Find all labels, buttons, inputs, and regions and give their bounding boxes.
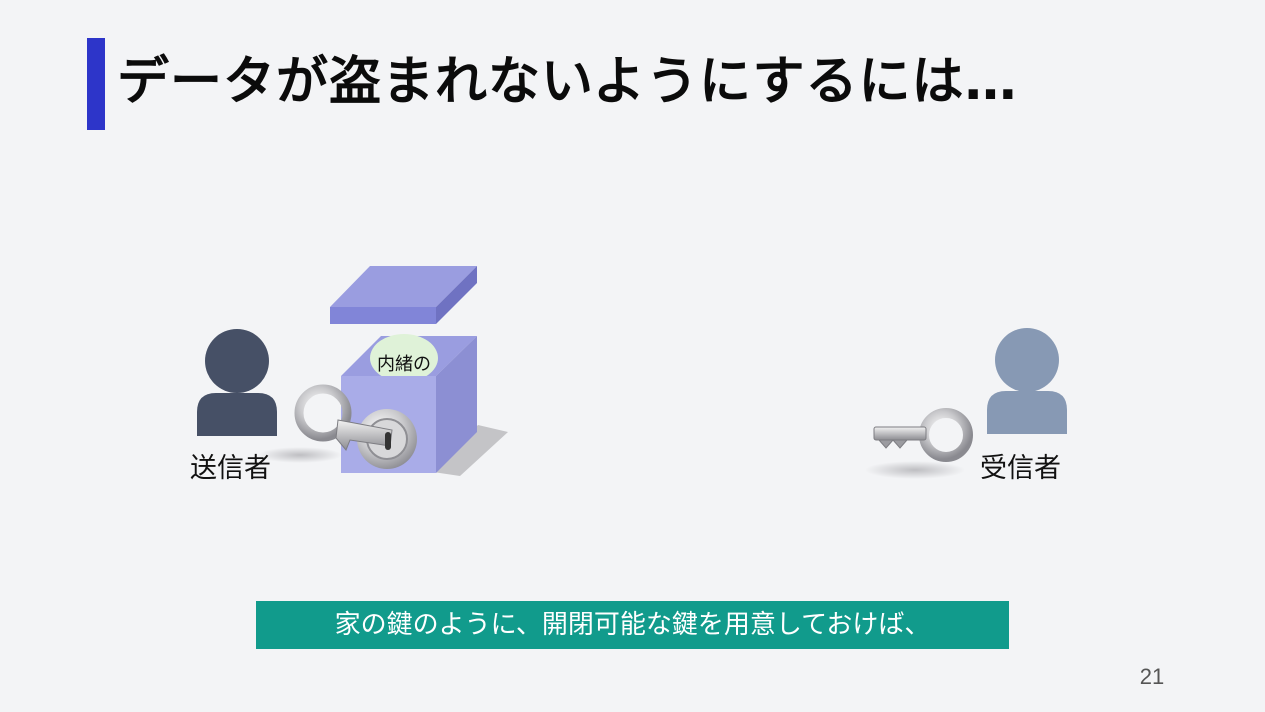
caption-banner: 家の鍵のように、開閉可能な鍵を用意しておけば、 (256, 601, 1009, 649)
page-number: 21 (1139, 664, 1165, 689)
sender-label: 送信者 (190, 453, 271, 484)
box-lid-icon (330, 266, 477, 324)
sender-person-icon (197, 329, 277, 436)
receiver-key-icon (865, 408, 973, 479)
receiver-label: 受信者 (980, 453, 1061, 484)
box-content-label: 内緒の (377, 354, 431, 375)
receiver-person-icon (987, 328, 1067, 434)
